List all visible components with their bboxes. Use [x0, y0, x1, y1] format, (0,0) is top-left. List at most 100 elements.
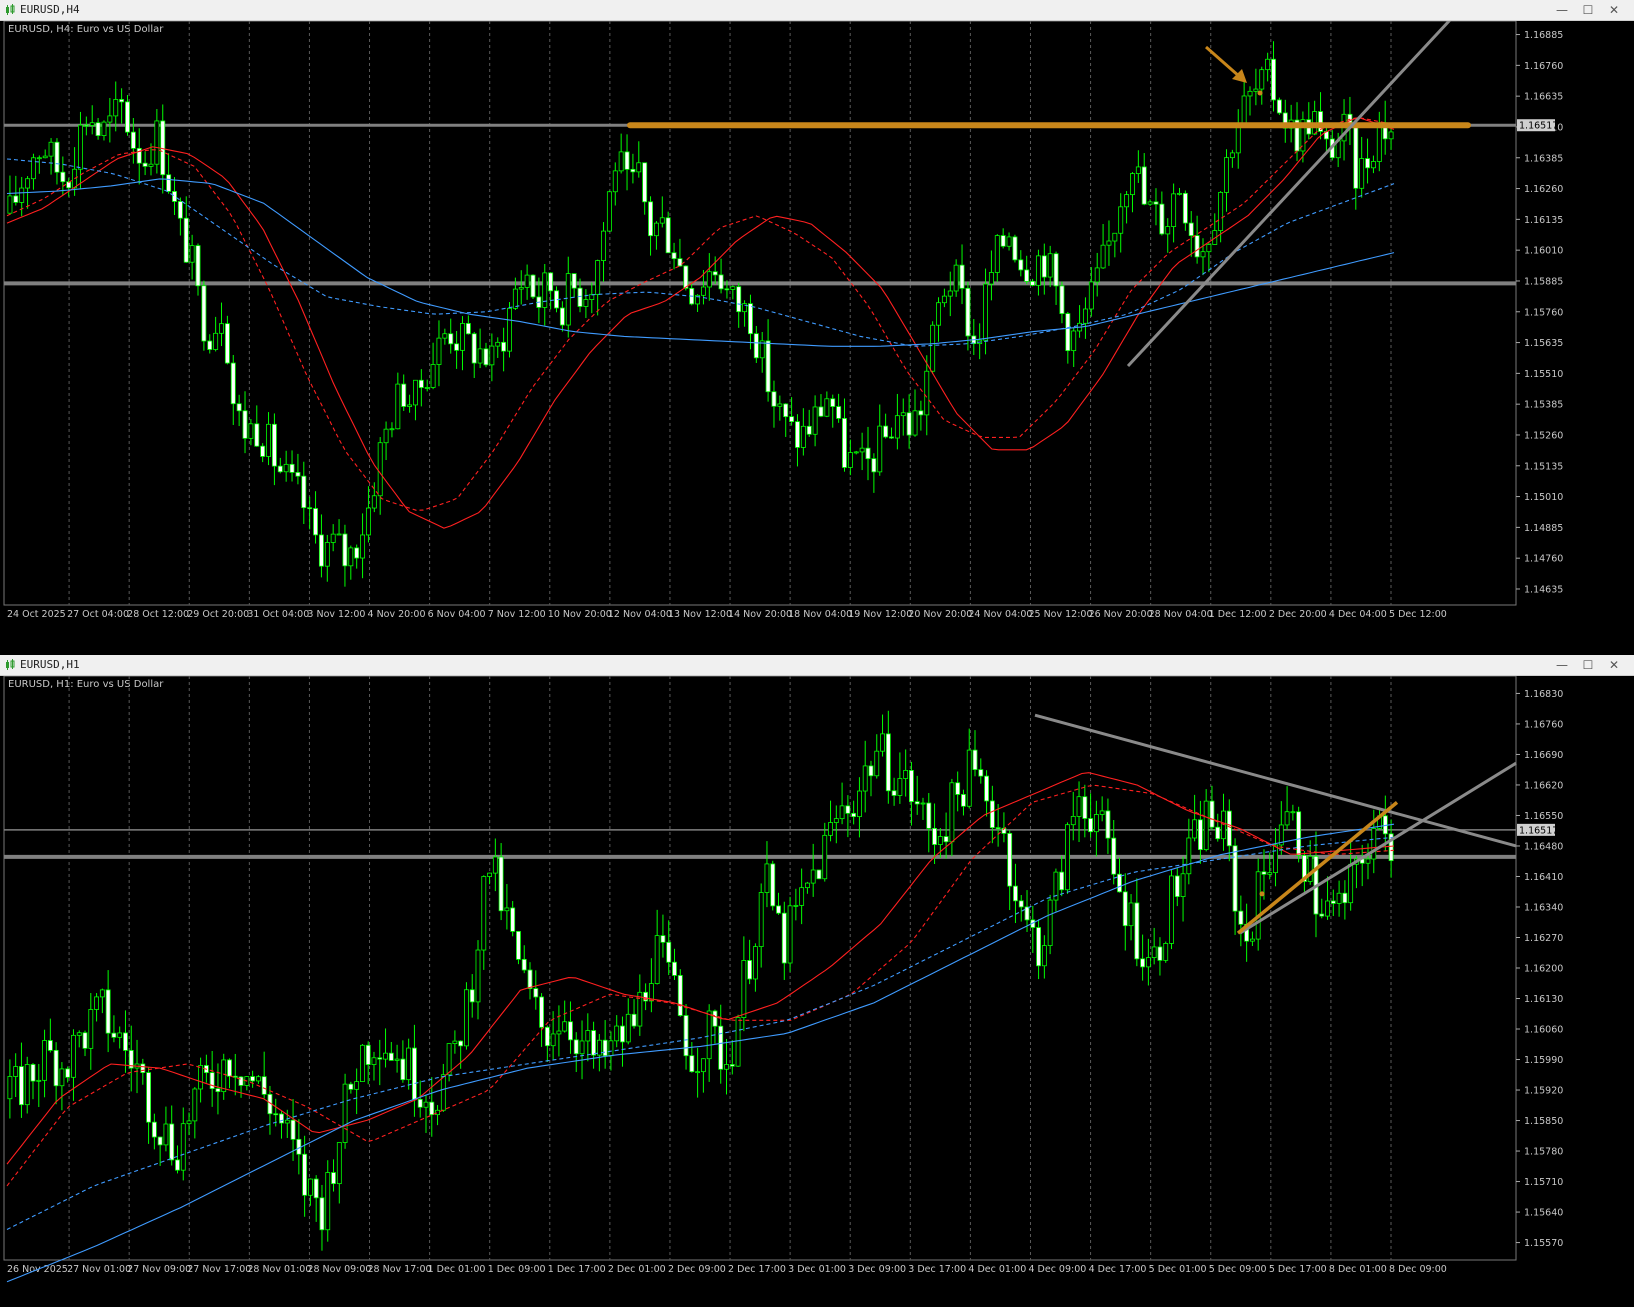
chart-window-h4[interactable]: EURUSD,H4 — ☐ ✕ EURUSD, H4: Euro vs US D…	[0, 0, 1634, 629]
candle-body	[413, 379, 418, 406]
candle-body	[961, 794, 966, 807]
candle-body	[724, 288, 730, 291]
y-tick-label: 1.15135	[1524, 461, 1563, 472]
candle-body	[407, 404, 413, 407]
candle-body	[718, 1025, 724, 1070]
candle-body	[857, 790, 862, 818]
candle-body	[695, 1071, 701, 1074]
candle-body	[1203, 800, 1209, 851]
candle-body	[248, 423, 254, 439]
candle-body	[423, 1101, 429, 1108]
candle-body	[542, 272, 548, 308]
candle-body	[325, 1172, 331, 1231]
candle-body	[556, 1030, 562, 1035]
close-button[interactable]: ✕	[1606, 2, 1622, 18]
y-tick-label: 1.16635	[1524, 92, 1563, 103]
x-tick-label: 28 Oct 12:00	[127, 609, 189, 620]
maximize-button[interactable]: ☐	[1580, 2, 1596, 18]
maximize-button[interactable]: ☐	[1580, 657, 1596, 673]
candle-body	[7, 195, 13, 214]
candle-body	[186, 1120, 192, 1125]
candle-body	[42, 155, 48, 159]
candle-body	[871, 458, 877, 473]
candle-body	[978, 769, 984, 777]
candle-body	[266, 423, 271, 457]
candle-body	[735, 1017, 741, 1067]
close-button[interactable]: ✕	[1606, 657, 1622, 673]
x-tick-label: 2 Dec 01:00	[608, 1264, 666, 1275]
candle-body	[550, 1033, 556, 1047]
candle-body	[224, 323, 230, 364]
x-tick-label: 2 Dec 09:00	[668, 1264, 726, 1275]
window-titlebar[interactable]: EURUSD,H4 — ☐ ✕	[0, 0, 1634, 21]
candle-body	[236, 403, 242, 412]
candle-body	[1035, 255, 1041, 286]
x-tick-label: 1 Dec 17:00	[548, 1264, 606, 1275]
candle-body	[851, 812, 857, 818]
candle-body	[630, 168, 636, 173]
candle-body	[671, 252, 677, 260]
candle-body	[117, 1032, 123, 1038]
candle-body	[783, 403, 789, 418]
x-tick-label: 8 Dec 01:00	[1329, 1264, 1387, 1275]
candle-body	[1122, 891, 1128, 927]
candle-body	[1319, 913, 1325, 917]
candle-body	[924, 370, 930, 416]
candle-body	[781, 912, 787, 964]
y-tick-label: 1.14760	[1524, 554, 1563, 565]
candle-body	[571, 273, 577, 289]
y-tick-label: 1.16620	[1524, 780, 1563, 791]
candle-body	[618, 151, 624, 172]
h4-chart-canvas[interactable]: EURUSD, H4: Euro vs US Dollar 24 Oct 202…	[0, 21, 1634, 629]
candle-body	[460, 323, 465, 351]
candle-body	[1177, 192, 1182, 195]
candle-body	[758, 892, 764, 947]
candle-body	[284, 1119, 290, 1124]
candle-body	[13, 1066, 19, 1077]
candle-body	[429, 1101, 435, 1116]
x-tick-label: 2 Dec 17:00	[728, 1264, 786, 1275]
candle-body	[1259, 69, 1265, 90]
candle-body	[654, 935, 660, 984]
minimize-button[interactable]: —	[1554, 2, 1570, 18]
candle-body	[130, 131, 136, 149]
candlestick-chart-icon	[6, 4, 15, 15]
candle-body	[180, 1123, 186, 1171]
candle-body	[665, 217, 671, 254]
candle-body	[1224, 157, 1229, 193]
candle-body	[465, 323, 471, 335]
candle-body	[354, 547, 360, 559]
candle-body	[1365, 858, 1371, 864]
candle-body	[418, 379, 424, 388]
candle-body	[277, 465, 283, 473]
candle-body	[495, 341, 501, 347]
h1-chart-canvas[interactable]: EURUSD, H1: Euro vs US Dollar 26 Nov 202…	[0, 676, 1634, 1307]
window-titlebar[interactable]: EURUSD,H1 — ☐ ✕	[0, 655, 1634, 676]
candle-body	[862, 765, 868, 792]
candle-body	[764, 863, 770, 893]
candle-body	[279, 1113, 284, 1124]
x-tick-label: 3 Nov 12:00	[307, 609, 365, 620]
candle-body	[1088, 281, 1094, 310]
candle-body	[800, 425, 806, 448]
candle-body	[516, 931, 521, 960]
candle-body	[1082, 308, 1088, 324]
candle-body	[1147, 201, 1153, 205]
candle-body	[1336, 892, 1342, 904]
y-tick-label: 1.16260	[1524, 184, 1563, 195]
candle-body	[877, 425, 883, 473]
chart-window-h1[interactable]: EURUSD,H1 — ☐ ✕ EURUSD, H1: Euro vs US D…	[0, 655, 1634, 1307]
y-tick-label: 1.14885	[1524, 523, 1563, 534]
candle-body	[1099, 810, 1105, 815]
candle-body	[730, 286, 736, 290]
x-tick-label: 5 Dec 12:00	[1389, 609, 1447, 620]
candle-body	[424, 387, 430, 389]
candle-body	[71, 1034, 76, 1078]
candle-body	[1209, 800, 1215, 828]
candle-body	[89, 122, 95, 126]
minimize-button[interactable]: —	[1554, 657, 1570, 673]
candle-body	[319, 1197, 325, 1231]
candle-body	[1065, 824, 1070, 891]
candle-body	[521, 958, 527, 971]
candle-body	[13, 195, 19, 203]
